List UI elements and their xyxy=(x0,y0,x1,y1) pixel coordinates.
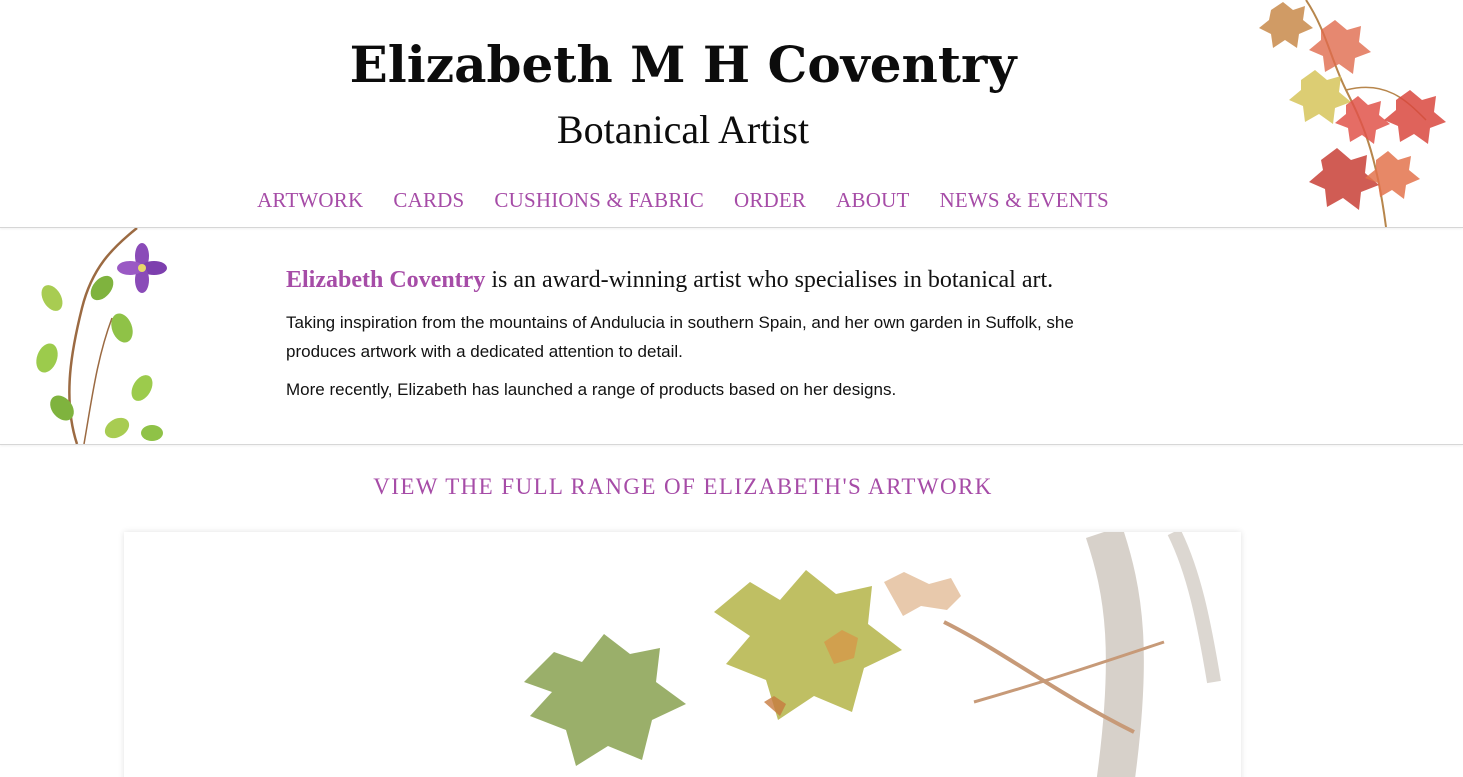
site-title[interactable]: Elizabeth M H Coventry xyxy=(0,34,1366,96)
nav-item-news-events[interactable]: NEWS & EVENTS xyxy=(940,186,1109,214)
artist-name: Elizabeth Coventry xyxy=(286,267,486,293)
nav-item-about[interactable]: ABOUT xyxy=(836,186,909,214)
intro-section: Elizabeth Coventry is an award-winning a… xyxy=(0,228,1463,445)
view-artwork-link[interactable]: VIEW THE FULL RANGE OF ELIZABETH'S ARTWO… xyxy=(0,474,1366,500)
clematis-illustration xyxy=(36,228,167,444)
main-nav: ARTWORK CARDS CUSHIONS & FABRIC ORDER AB… xyxy=(0,186,1366,214)
grape-vine-artwork xyxy=(524,532,1221,777)
featured-artwork-image[interactable] xyxy=(124,532,1241,777)
intro-paragraph-2: More recently, Elizabeth has launched a … xyxy=(286,380,897,399)
intro-text: Elizabeth Coventry is an award-winning a… xyxy=(286,264,1146,413)
intro-lead-rest: is an award-winning artist who specialis… xyxy=(485,267,1054,293)
nav-item-cushions-fabric[interactable]: CUSHIONS & FABRIC xyxy=(494,186,704,214)
site-subtitle: Botanical Artist xyxy=(556,107,810,152)
site-header: Elizabeth M H Coventry Botanical Artist … xyxy=(0,0,1463,228)
nav-item-cards[interactable]: CARDS xyxy=(393,186,464,214)
intro-paragraph-1: Taking inspiration from the mountains of… xyxy=(286,313,1074,361)
intro-lead: Elizabeth Coventry is an award-winning a… xyxy=(286,264,1146,296)
nav-item-artwork[interactable]: ARTWORK xyxy=(257,186,363,214)
nav-item-order[interactable]: ORDER xyxy=(734,186,806,214)
vine-leaves-illustration xyxy=(1259,0,1446,227)
